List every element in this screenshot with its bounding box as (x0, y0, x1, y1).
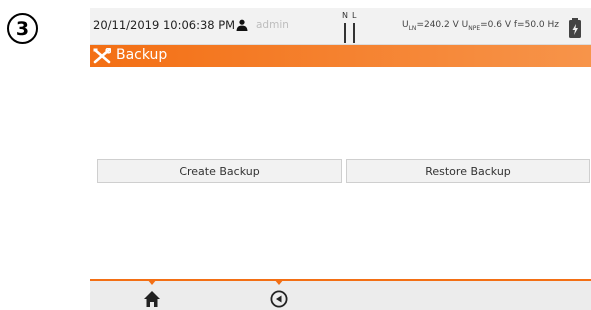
user-icon (236, 19, 248, 31)
status-bar: 20/11/2019 10:06:38 PM admin N L U LN =240… (90, 8, 591, 45)
back-icon[interactable] (270, 290, 288, 308)
create-backup-button[interactable]: Create Backup (97, 159, 342, 183)
tools-icon (93, 48, 111, 64)
l-label: L (352, 11, 357, 20)
battery-icon (569, 18, 581, 38)
u-ln-prefix: U (402, 20, 409, 30)
create-backup-label: Create Backup (179, 164, 260, 178)
home-icon[interactable] (143, 290, 161, 308)
u-npe-sub: NPE (468, 24, 481, 32)
bottom-nav-bar (90, 279, 591, 310)
home-marker-icon (147, 279, 157, 285)
n-label: N (342, 11, 348, 20)
u-ln-value: =240.2 V (416, 20, 459, 30)
step-number: 3 (15, 17, 30, 40)
u-npe-value: =0.6 V (480, 20, 512, 30)
nl-indicator: N L (342, 11, 358, 43)
restore-backup-label: Restore Backup (425, 164, 511, 178)
n-bar (344, 23, 346, 43)
page-title: Backup (116, 47, 168, 63)
step-number-badge: 3 (7, 13, 38, 44)
frequency-value: f=50.0 Hz (513, 20, 559, 30)
device-screen: 20/11/2019 10:06:38 PM admin N L U LN =240… (90, 0, 591, 310)
title-bar: Backup (90, 45, 591, 67)
restore-backup-button[interactable]: Restore Backup (346, 159, 590, 183)
user-name: admin (256, 19, 289, 31)
measurement-readout: ULN=240.2 V UNPE=0.6 V f=50.0 Hz (402, 20, 559, 32)
datetime: 20/11/2019 10:06:38 PM (93, 18, 236, 32)
back-marker-icon (274, 279, 284, 285)
l-bar (353, 23, 355, 43)
